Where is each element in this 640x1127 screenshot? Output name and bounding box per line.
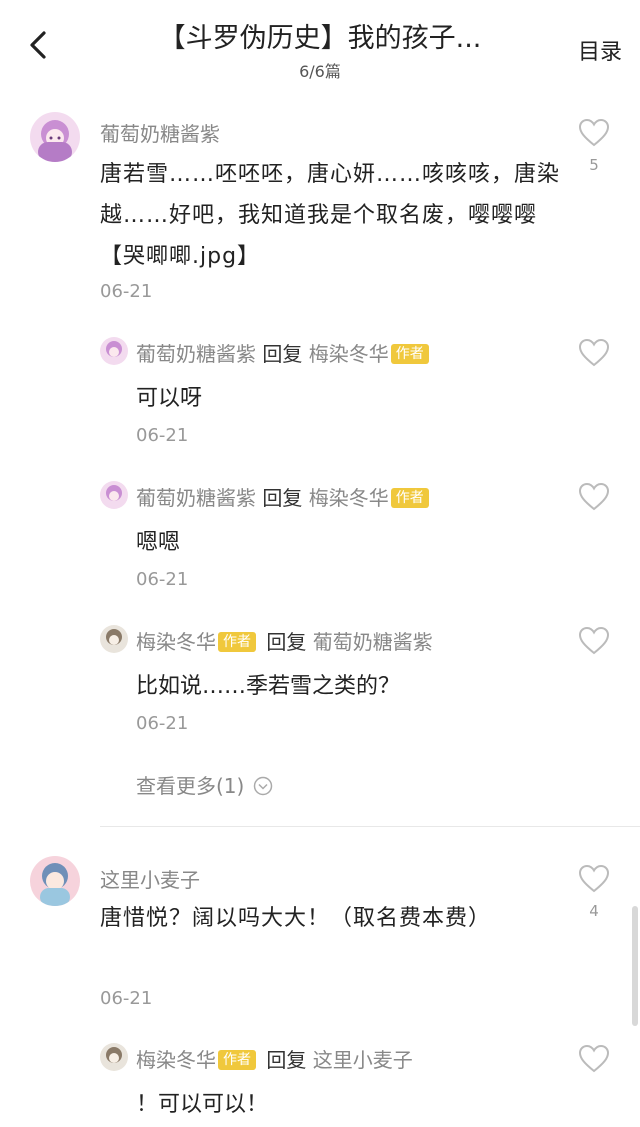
author-badge: 作者 (390, 488, 429, 508)
reply-date: 06-21 (136, 713, 189, 734)
comment-author-name[interactable]: 葡萄奶糖酱紫 (100, 118, 220, 147)
reply-header: 梅染冬华 作者 回复 葡萄奶糖酱紫 (136, 626, 433, 655)
top-bar: 【斗罗伪历史】我的孩子... 6/6篇 目录 (0, 0, 640, 96)
reply-date: 06-21 (136, 569, 189, 590)
reply-author-name[interactable]: 梅染冬华 (136, 1048, 216, 1072)
reply-author-name[interactable]: 葡萄奶糖酱紫 (136, 342, 256, 366)
reply-text: 嗯嗯 (136, 530, 181, 555)
contents-button[interactable]: 目录 (578, 34, 622, 66)
reply-author-name[interactable]: 梅染冬华 (136, 630, 216, 654)
reply-label: 回复 (266, 630, 307, 654)
reply-date: 06-21 (136, 425, 189, 446)
author-badge: 作者 (218, 632, 256, 652)
reply-target-name[interactable]: 梅染冬华 (309, 342, 389, 366)
reply-label: 回复 (266, 1048, 307, 1072)
like-heart-icon[interactable] (578, 626, 610, 656)
reply-label: 回复 (262, 342, 303, 366)
comment-date: 06-21 (100, 281, 153, 302)
avatar[interactable] (100, 625, 128, 653)
chapter-counter: 6/6篇 (299, 62, 341, 81)
reply-target-name[interactable]: 梅染冬华 (309, 486, 389, 510)
like-count: 5 (589, 156, 599, 174)
scrollbar[interactable] (632, 906, 638, 1026)
avatar[interactable] (100, 481, 128, 509)
comment-date: 06-21 (100, 988, 153, 1009)
reply-target-name[interactable]: 葡萄奶糖酱紫 (313, 630, 433, 654)
reply-text: ！可以可以！ (136, 1092, 269, 1117)
like-heart-icon[interactable] (578, 482, 610, 512)
comment-text: 唐惜悦？阔以吗大大！（取名费本费） (100, 906, 492, 931)
avatar[interactable] (30, 856, 80, 906)
like-heart-icon[interactable] (578, 118, 610, 148)
reply-header: 梅染冬华 作者 回复 这里小麦子 (136, 1044, 413, 1073)
reply-text: 比如说……季若雪之类的？ (136, 674, 401, 699)
like-heart-icon[interactable] (578, 1044, 610, 1074)
comment-author-name[interactable]: 这里小麦子 (100, 864, 200, 893)
like-count: 4 (589, 902, 599, 920)
reply-text: 可以呀 (136, 386, 203, 411)
reply-header: 葡萄奶糖酱紫 回复 梅染冬华 作者 (136, 338, 433, 367)
view-more-label: 查看更多(1) (136, 774, 245, 798)
comment-text: 唐若雪……呸呸呸，唐心妍……咳咳咳，唐染越……好吧，我知道我是个取名废，嘤嘤嘤【… (100, 162, 561, 269)
avatar[interactable] (100, 337, 128, 365)
view-more-replies-link[interactable]: 查看更多(1) (136, 770, 273, 799)
reply-label: 回复 (262, 486, 303, 510)
author-badge: 作者 (390, 344, 429, 364)
avatar[interactable] (100, 1043, 128, 1071)
reply-header: 葡萄奶糖酱紫 回复 梅染冬华 作者 (136, 482, 433, 511)
author-badge: 作者 (218, 1050, 256, 1070)
chevron-down-circle-icon (253, 776, 272, 796)
avatar[interactable] (30, 112, 80, 162)
like-heart-icon[interactable] (578, 864, 610, 894)
reply-target-name[interactable]: 这里小麦子 (313, 1048, 413, 1072)
like-heart-icon[interactable] (578, 338, 610, 368)
reply-author-name[interactable]: 葡萄奶糖酱紫 (136, 486, 256, 510)
thread-divider (100, 826, 640, 827)
page-title: 【斗罗伪历史】我的孩子... (158, 23, 482, 54)
